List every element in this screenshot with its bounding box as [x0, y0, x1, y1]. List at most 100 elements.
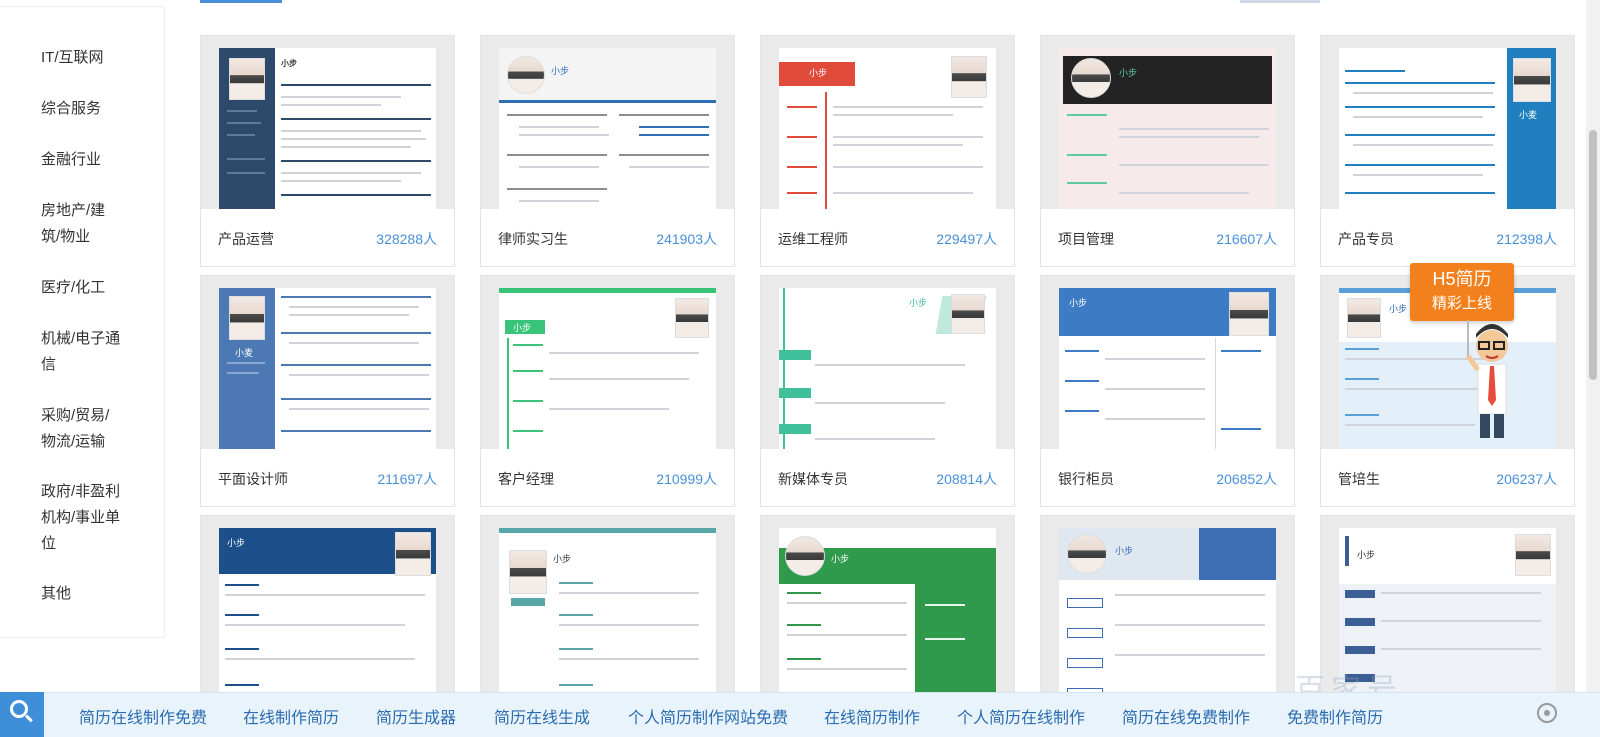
- template-meta: 项目管理 216607人: [1041, 209, 1294, 266]
- template-card[interactable]: 小步 项目管理 216607人: [1040, 35, 1295, 267]
- resume-photo: [507, 56, 545, 94]
- template-user-count: 241903人: [656, 231, 717, 247]
- template-title[interactable]: 客户经理: [498, 469, 554, 489]
- resume-name: 小步: [1069, 298, 1088, 308]
- keyword-link[interactable]: 个人简历在线制作: [957, 704, 1085, 728]
- template-thumbnail: 小步: [761, 36, 1014, 209]
- category-sidebar: IT/互联网 综合服务 金融行业 房地产/建筑/物业 医疗/化工 机械/电子通信…: [0, 6, 165, 638]
- resume-photo: [229, 296, 265, 340]
- template-user-count: 328288人: [376, 231, 437, 247]
- template-title[interactable]: 管培生: [1338, 469, 1380, 489]
- template-user-count: 212398人: [1496, 231, 1557, 247]
- template-thumbnail: 小步: [481, 36, 734, 209]
- keyword-link[interactable]: 在线制作简历: [243, 704, 339, 728]
- resume-name: 小步: [809, 68, 828, 78]
- cartoon-figure-icon: [1466, 320, 1508, 438]
- template-title[interactable]: 银行柜员: [1058, 469, 1114, 489]
- resume-name: 小步: [1389, 304, 1408, 314]
- sidebar-item-finance[interactable]: 金融行业: [41, 147, 141, 173]
- template-thumbnail: 小步: [1041, 36, 1294, 209]
- template-thumbnail: 小步: [1041, 516, 1294, 714]
- template-thumbnail: 小步: [481, 276, 734, 449]
- template-title[interactable]: 律师实习生: [498, 229, 568, 249]
- template-thumbnail: 小步: [1041, 276, 1294, 449]
- template-user-count: 216607人: [1216, 231, 1277, 247]
- resume-photo: [951, 56, 987, 98]
- sidebar-item-it[interactable]: IT/互联网: [41, 45, 141, 71]
- template-title[interactable]: 平面设计师: [218, 469, 288, 489]
- resume-photo: [1513, 58, 1551, 102]
- template-card[interactable]: 小步: [760, 515, 1015, 715]
- template-meta: 管培生 206237人: [1321, 449, 1574, 506]
- template-thumbnail: 小麦: [201, 276, 454, 449]
- sidebar-item-general-service[interactable]: 综合服务: [41, 96, 141, 122]
- sidebar-item-machinery[interactable]: 机械/电子通信: [41, 326, 123, 378]
- template-user-count: 206237人: [1496, 471, 1557, 487]
- resume-photo: [785, 536, 825, 576]
- keyword-link[interactable]: 个人简历制作网站免费: [628, 704, 788, 728]
- template-title[interactable]: 产品专员: [1338, 229, 1394, 249]
- template-card[interactable]: 小步 客户经理 210999人: [480, 275, 735, 507]
- keyword-link[interactable]: 简历在线制作免费: [79, 704, 207, 728]
- keyword-link[interactable]: 免费制作简历: [1287, 704, 1383, 728]
- template-title[interactable]: 新媒体专员: [778, 469, 848, 489]
- resume-name: 小麦: [235, 348, 254, 358]
- template-meta: 新媒体专员 208814人: [761, 449, 1014, 506]
- sidebar-item-government[interactable]: 政府/非盈利机构/事业单位: [41, 479, 123, 557]
- resume-photo: [395, 532, 431, 576]
- resume-name: 小步: [281, 59, 297, 68]
- resume-photo: [675, 298, 709, 338]
- template-card[interactable]: 小步: [200, 515, 455, 715]
- template-title[interactable]: 产品运营: [218, 229, 274, 249]
- template-meta: 平面设计师 211697人: [201, 449, 454, 506]
- search-icon-handle: [25, 714, 33, 723]
- template-thumbnail: 小步: [481, 516, 734, 714]
- template-card[interactable]: 小步: [1040, 515, 1295, 715]
- resume-photo: [1347, 298, 1381, 338]
- search-button[interactable]: [0, 692, 44, 737]
- scrollbar-thumb[interactable]: [1589, 130, 1597, 380]
- resume-name: 小步: [227, 538, 246, 548]
- template-card[interactable]: 小步 运维工程师 229497人: [760, 35, 1015, 267]
- template-user-count: 210999人: [656, 471, 717, 487]
- template-user-count: 211697人: [377, 471, 437, 487]
- resume-name: 小步: [1119, 68, 1138, 78]
- template-meta: 客户经理 210999人: [481, 449, 734, 506]
- template-thumbnail: 小步: [201, 516, 454, 714]
- template-card[interactable]: 小麦 产品专员 212398人: [1320, 35, 1575, 267]
- resume-name: 小步: [513, 323, 532, 333]
- resume-photo: [509, 550, 547, 594]
- gear-icon[interactable]: [1537, 703, 1557, 723]
- h5-badge-subtitle: 精彩上线: [1431, 294, 1492, 312]
- sidebar-item-medical[interactable]: 医疗/化工: [41, 275, 141, 301]
- template-card[interactable]: 小步 新媒体专员 208814人: [760, 275, 1015, 507]
- resume-photo: [1071, 58, 1111, 98]
- template-meta: 银行柜员 206852人: [1041, 449, 1294, 506]
- template-title[interactable]: 运维工程师: [778, 229, 848, 249]
- sidebar-item-trade[interactable]: 采购/贸易/物流/运输: [41, 403, 121, 455]
- template-meta: 产品运营 328288人: [201, 209, 454, 266]
- resume-photo: [229, 58, 265, 100]
- keyword-link[interactable]: 简历在线生成: [494, 704, 590, 728]
- template-card[interactable]: 小麦 平面设计师 211697人: [200, 275, 455, 507]
- sidebar-item-realestate[interactable]: 房地产/建筑/物业: [41, 198, 121, 250]
- h5-resume-badge[interactable]: H5简历 精彩上线: [1410, 263, 1514, 321]
- template-thumbnail: 小麦: [1321, 36, 1574, 209]
- keyword-link[interactable]: 简历在线免费制作: [1122, 704, 1250, 728]
- resume-photo: [1515, 534, 1551, 576]
- resume-photo: [1067, 534, 1107, 574]
- template-user-count: 229497人: [936, 231, 997, 247]
- template-meta: 产品专员 212398人: [1321, 209, 1574, 266]
- template-card[interactable]: 小步 律师实习生 241903人: [480, 35, 735, 267]
- template-title[interactable]: 项目管理: [1058, 229, 1114, 249]
- template-card[interactable]: 小步 银行柜员 206852人: [1040, 275, 1295, 507]
- sidebar-item-other[interactable]: 其他: [41, 581, 141, 607]
- template-thumbnail: 小步: [761, 516, 1014, 714]
- resume-name: 小步: [1357, 550, 1376, 560]
- template-card[interactable]: 小步: [480, 515, 735, 715]
- keyword-link[interactable]: 简历生成器: [376, 704, 456, 728]
- resume-name: 小步: [831, 554, 850, 564]
- keyword-link[interactable]: 在线简历制作: [824, 704, 920, 728]
- template-card[interactable]: 小步 产品运营 328288人: [200, 35, 455, 267]
- template-thumbnail: 小步: [201, 36, 454, 209]
